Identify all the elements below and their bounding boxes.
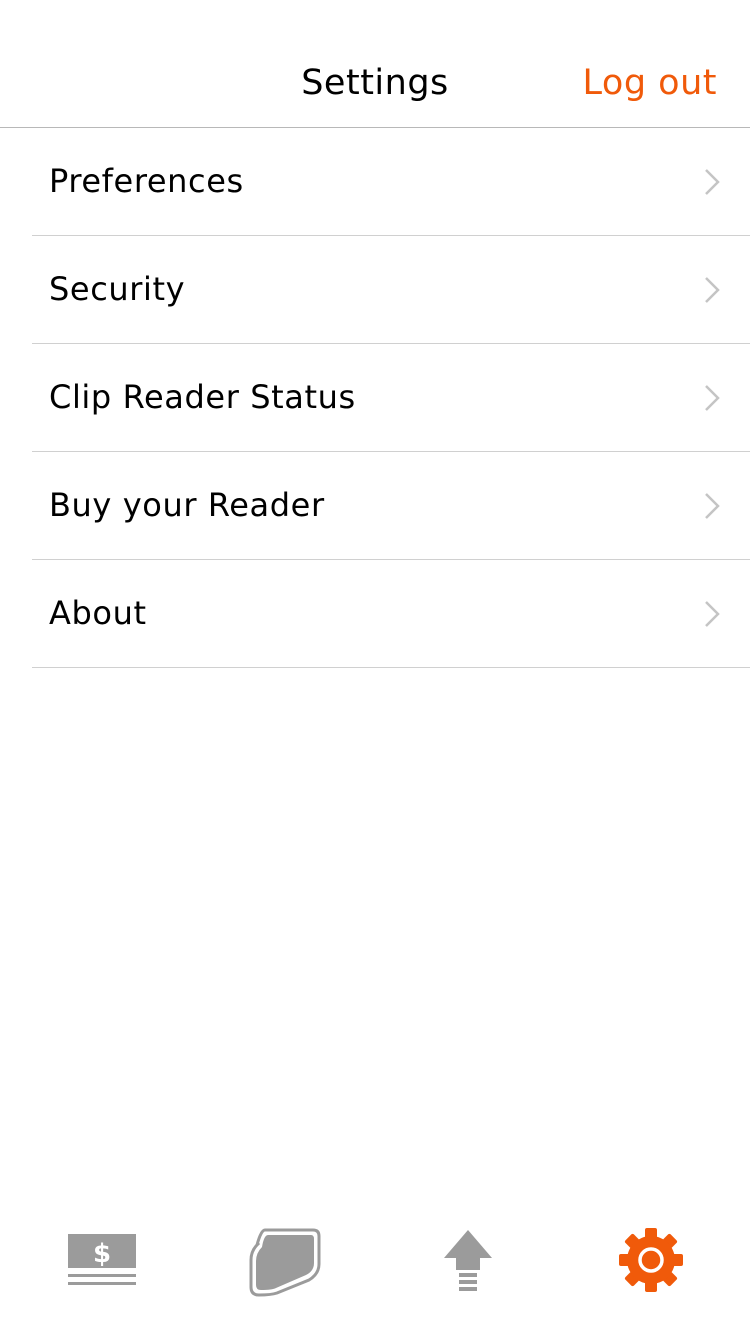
card-icon <box>249 1228 321 1297</box>
menu-item-label: Clip Reader Status <box>49 378 356 416</box>
tab-bar: $ <box>0 1212 750 1322</box>
menu-item-label: About <box>49 594 147 632</box>
tab-cash[interactable]: $ <box>52 1212 152 1312</box>
chevron-right-icon <box>705 169 720 195</box>
logout-button[interactable]: Log out <box>583 58 717 108</box>
tab-card[interactable] <box>235 1212 335 1312</box>
navigation-bar: Settings Log out <box>0 0 750 128</box>
menu-item-label: Preferences <box>49 162 244 200</box>
chevron-right-icon <box>705 493 720 519</box>
menu-item-about[interactable]: About <box>32 560 750 668</box>
menu-item-clip-reader-status[interactable]: Clip Reader Status <box>32 344 750 452</box>
menu-item-security[interactable]: Security <box>32 236 750 344</box>
menu-item-label: Security <box>49 270 186 308</box>
cash-icon: $ <box>68 1234 136 1285</box>
chevron-right-icon <box>705 601 720 627</box>
tab-settings[interactable] <box>601 1212 701 1312</box>
chevron-right-icon <box>705 385 720 411</box>
upload-arrow-icon <box>444 1230 492 1291</box>
menu-item-buy-reader[interactable]: Buy your Reader <box>32 452 750 560</box>
settings-menu: Preferences Security Clip Reader Status … <box>0 128 750 668</box>
menu-item-label: Buy your Reader <box>49 486 325 524</box>
gear-icon <box>619 1228 683 1292</box>
tab-upload[interactable] <box>418 1212 518 1312</box>
chevron-right-icon <box>705 277 720 303</box>
dollar-glyph: $ <box>93 1239 111 1269</box>
menu-item-preferences[interactable]: Preferences <box>32 128 750 236</box>
